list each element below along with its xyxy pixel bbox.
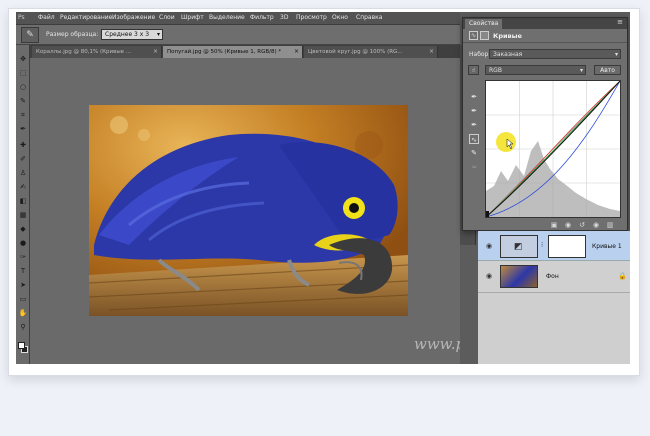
close-icon[interactable]: × [294, 46, 299, 58]
layer-name: Кривые 1 [592, 243, 622, 250]
visibility-icon[interactable]: ◉ [591, 221, 601, 230]
tools-panel: ✥ ⬚ ○ ✎ ⌗ ✒ ✚ ✐ ♙ ✍ ◧ ▦ ◆ ● ✑ T ➤ ▭ ✋ ⚲ [16, 45, 30, 364]
layer-name: Фон [546, 273, 559, 280]
tab-label: Кораллы.jpg @ 80,1% (Кривые ... [36, 49, 132, 55]
sample-size-value: Среднее 3 х 3 [105, 31, 150, 38]
auto-button[interactable]: Авто [594, 65, 621, 75]
close-icon[interactable]: × [429, 46, 434, 58]
menu-type[interactable]: Шрифт [181, 14, 204, 21]
close-icon[interactable]: × [153, 46, 158, 58]
type-icon[interactable]: T [18, 267, 28, 276]
eye-icon[interactable]: ◉ [486, 242, 492, 250]
properties-footer: ▣ ◉ ↺ ◉ ▥ [463, 221, 627, 231]
marquee-icon[interactable]: ⬚ [18, 69, 28, 78]
foreground-color-swatch[interactable] [18, 342, 25, 349]
curves-graph[interactable] [485, 80, 621, 218]
crop-icon[interactable]: ⌗ [18, 111, 28, 120]
pencil-curve-icon[interactable]: ✎ [469, 148, 479, 158]
target-adjust-icon[interactable]: ☝ [468, 65, 479, 75]
black-point-eyedropper-icon[interactable]: ✒ [469, 92, 479, 102]
chevron-down-icon: ▾ [579, 67, 583, 74]
clip-icon[interactable]: ▣ [549, 221, 559, 230]
properties-header: ∿ Кривые [463, 29, 627, 43]
reset-icon[interactable]: ↺ [577, 221, 587, 230]
dodge-icon[interactable]: ● [18, 239, 28, 248]
properties-tab-bar: Свойства ≡ [463, 18, 627, 29]
hand-icon[interactable]: ✋ [18, 309, 28, 318]
adjustment-icon[interactable]: ∿ [469, 31, 478, 40]
photoshop-window: Ps Файл Редактирование Изображение Слои … [16, 12, 630, 364]
eyedropper-icon[interactable]: ✒ [18, 125, 28, 134]
menu-file[interactable]: Файл [38, 14, 55, 21]
smooth-curve-icon[interactable]: ≈ [469, 162, 479, 172]
menu-window[interactable]: Окно [332, 14, 348, 21]
ps-logo[interactable]: Ps [18, 14, 25, 21]
stamp-icon[interactable]: ♙ [18, 169, 28, 178]
menu-image[interactable]: Изображение [112, 14, 155, 21]
properties-panel: Свойства ≡ ∿ Кривые Набор: Заказная ▾ ☝ R… [462, 17, 628, 231]
document-tabs: Кораллы.jpg @ 80,1% (Кривые ... × Попугай… [30, 45, 460, 58]
menu-view[interactable]: Просмотр [296, 14, 327, 21]
history-brush-icon[interactable]: ✍ [18, 183, 28, 192]
blur-icon[interactable]: ◆ [18, 225, 28, 234]
curves-histogram [485, 80, 621, 218]
menu-filter[interactable]: Фильтр [250, 14, 274, 21]
parrot-illustration [89, 105, 408, 316]
path-select-icon[interactable]: ➤ [18, 281, 28, 290]
gray-point-eyedropper-icon[interactable]: ✒ [469, 106, 479, 116]
point-curve-icon[interactable]: ∿ [469, 134, 479, 144]
link-icon: ⁝ [541, 241, 544, 249]
tab-label: Попугай.jpg @ 50% (Кривые 1, RGB/8) * [167, 49, 282, 55]
parrot-photo[interactable] [89, 105, 408, 316]
healing-icon[interactable]: ✚ [18, 141, 28, 150]
eyedropper-preset-icon[interactable]: ✎ [21, 27, 39, 43]
quick-select-icon[interactable]: ✎ [18, 97, 28, 106]
layer-curves[interactable]: ◉ ◩ ⁝ Кривые 1 [478, 231, 630, 261]
mask-icon[interactable] [480, 31, 489, 40]
eraser-icon[interactable]: ◧ [18, 197, 28, 206]
gradient-icon[interactable]: ▦ [18, 211, 28, 220]
chevron-down-icon: ▾ [614, 51, 618, 58]
page-background: Ps Файл Редактирование Изображение Слои … [0, 0, 650, 436]
shape-icon[interactable]: ▭ [18, 295, 28, 304]
tab-color-wheel[interactable]: Цветовой круг.jpg @ 100% (RG... × [304, 46, 438, 58]
tab-properties[interactable]: Свойства [465, 19, 503, 29]
mask-thumbnail [548, 235, 586, 258]
trash-icon[interactable]: ▥ [605, 221, 615, 230]
curves-thumb-icon: ◩ [514, 242, 523, 252]
sample-size-label: Размер образца: [46, 31, 99, 38]
menu-help[interactable]: Справка [356, 14, 382, 21]
layer-background[interactable]: ◉ Фон 🔒 [478, 261, 630, 293]
tab-corals[interactable]: Кораллы.jpg @ 80,1% (Кривые ... × [32, 46, 162, 58]
move-icon[interactable]: ✥ [18, 55, 28, 64]
sample-size-select[interactable]: Среднее 3 х 3 [101, 29, 163, 40]
tab-parrot[interactable]: Попугай.jpg @ 50% (Кривые 1, RGB/8) * × [163, 46, 303, 58]
lock-icon: 🔒 [618, 272, 627, 280]
preset-value: Заказная [493, 51, 523, 58]
white-point-eyedropper-icon[interactable]: ✒ [469, 120, 479, 130]
panel-menu-icon[interactable]: ≡ [617, 18, 623, 26]
tab-label: Цветовой круг.jpg @ 100% (RG... [308, 49, 403, 55]
brush-icon[interactable]: ✐ [18, 155, 28, 164]
curve-tools: ✒ ✒ ✒ ∿ ✎ ≈ [467, 82, 481, 192]
layer-thumbnail [500, 265, 538, 288]
properties-title: Кривые [493, 32, 522, 40]
eye-icon[interactable]: ◉ [486, 272, 492, 280]
pen-icon[interactable]: ✑ [18, 253, 28, 262]
zoom-icon[interactable]: ⚲ [18, 323, 28, 332]
channel-select[interactable]: RGB ▾ [485, 65, 586, 75]
layers-panel: ◉ ◩ ⁝ Кривые 1 ◉ Фон 🔒 [478, 231, 630, 364]
menu-edit[interactable]: Редактирование [60, 14, 112, 21]
canvas-area[interactable]: www.photoshopsunduchok.ru [30, 58, 630, 364]
cursor-highlight [496, 132, 516, 152]
adjustment-thumbnail: ◩ [500, 235, 538, 258]
channel-value: RGB [489, 67, 502, 74]
lasso-icon[interactable]: ○ [18, 83, 28, 92]
preset-label: Набор: [469, 51, 491, 58]
menu-layers[interactable]: Слои [159, 14, 175, 21]
menu-3d[interactable]: 3D [280, 14, 288, 21]
view-previous-icon[interactable]: ◉ [563, 221, 573, 230]
menu-select[interactable]: Выделение [209, 14, 245, 21]
preset-select[interactable]: Заказная ▾ [489, 49, 621, 59]
